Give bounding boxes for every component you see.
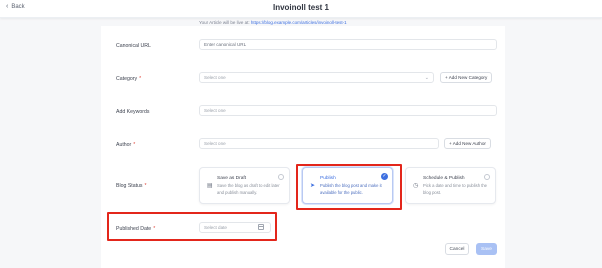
article-url-info: Your Article will be live at: https://bl… bbox=[199, 20, 347, 25]
add-keywords-label-text: Add Keywords bbox=[116, 109, 150, 115]
save-button[interactable]: Save bbox=[476, 243, 497, 255]
author-placeholder: Select one bbox=[204, 141, 226, 146]
published-date-label: Published Date * bbox=[116, 226, 155, 232]
clock-icon: ◷ bbox=[413, 183, 419, 189]
option-description: Publish the blog post and make it availa… bbox=[320, 183, 382, 195]
canonical-url-value: Enter canonical URL bbox=[204, 42, 247, 47]
author-select[interactable]: Select one bbox=[199, 138, 439, 149]
check-icon[interactable]: ✓ bbox=[381, 173, 388, 180]
add-new-author-button[interactable]: + Add New Author bbox=[444, 138, 491, 149]
category-label-text: Category bbox=[116, 76, 138, 82]
author-label: Author * bbox=[116, 142, 135, 148]
author-label-text: Author bbox=[116, 142, 132, 148]
keywords-input[interactable]: Select one bbox=[199, 105, 497, 116]
calendar-icon bbox=[258, 224, 264, 230]
send-icon: ➤ bbox=[310, 183, 316, 189]
status-option-publish[interactable]: ➤ Publish Publish the blog post and make… bbox=[302, 167, 393, 204]
category-label: Category * bbox=[116, 76, 141, 82]
published-date-placeholder: Select date bbox=[204, 225, 227, 230]
blog-status-label-text: Blog Status bbox=[116, 183, 143, 189]
required-marker: * bbox=[133, 142, 136, 148]
published-date-input[interactable]: Select date bbox=[199, 222, 271, 233]
status-option-draft[interactable]: ▤ Save as Draft Save the blog as draft t… bbox=[199, 167, 290, 204]
category-select[interactable]: Select one ⌄ bbox=[199, 72, 434, 83]
option-title: Save as Draft bbox=[217, 176, 247, 181]
radio-unselected[interactable] bbox=[484, 174, 490, 180]
canonical-url-label: Canonical URL bbox=[116, 43, 151, 49]
add-new-category-button[interactable]: + Add New Category bbox=[440, 72, 493, 83]
cancel-button[interactable]: Cancel bbox=[445, 243, 469, 255]
category-placeholder: Select one bbox=[204, 75, 226, 80]
option-title: Schedule & Publish bbox=[423, 176, 465, 181]
add-keywords-label: Add Keywords bbox=[116, 109, 149, 115]
keywords-placeholder: Select one bbox=[204, 108, 226, 113]
page-title: Invoinoll test 1 bbox=[272, 3, 329, 12]
option-description: Pick a date and time to publish the blog… bbox=[423, 183, 488, 195]
option-title: Publish bbox=[320, 176, 336, 181]
article-url-link[interactable]: https://blog.example.com/articles/invoin… bbox=[251, 20, 347, 25]
radio-unselected[interactable] bbox=[278, 174, 284, 180]
top-bar: ‹ Back Invoinoll test 1 bbox=[0, 0, 602, 18]
required-marker: * bbox=[153, 226, 156, 232]
required-marker: * bbox=[144, 183, 147, 189]
canonical-url-input[interactable]: Enter canonical URL bbox=[199, 39, 497, 50]
blog-status-label: Blog Status * bbox=[116, 183, 147, 189]
chevron-down-icon: ⌄ bbox=[424, 75, 429, 81]
canonical-url-label-text: Canonical URL bbox=[116, 43, 151, 49]
status-option-schedule[interactable]: ◷ Schedule & Publish Pick a date and tim… bbox=[405, 167, 496, 204]
required-marker: * bbox=[139, 76, 142, 82]
url-prefix: Your Article will be live at: bbox=[199, 20, 250, 25]
option-description: Save the blog as draft to edit later and… bbox=[217, 183, 280, 195]
document-icon: ▤ bbox=[207, 183, 213, 189]
published-date-label-text: Published Date bbox=[116, 226, 152, 232]
